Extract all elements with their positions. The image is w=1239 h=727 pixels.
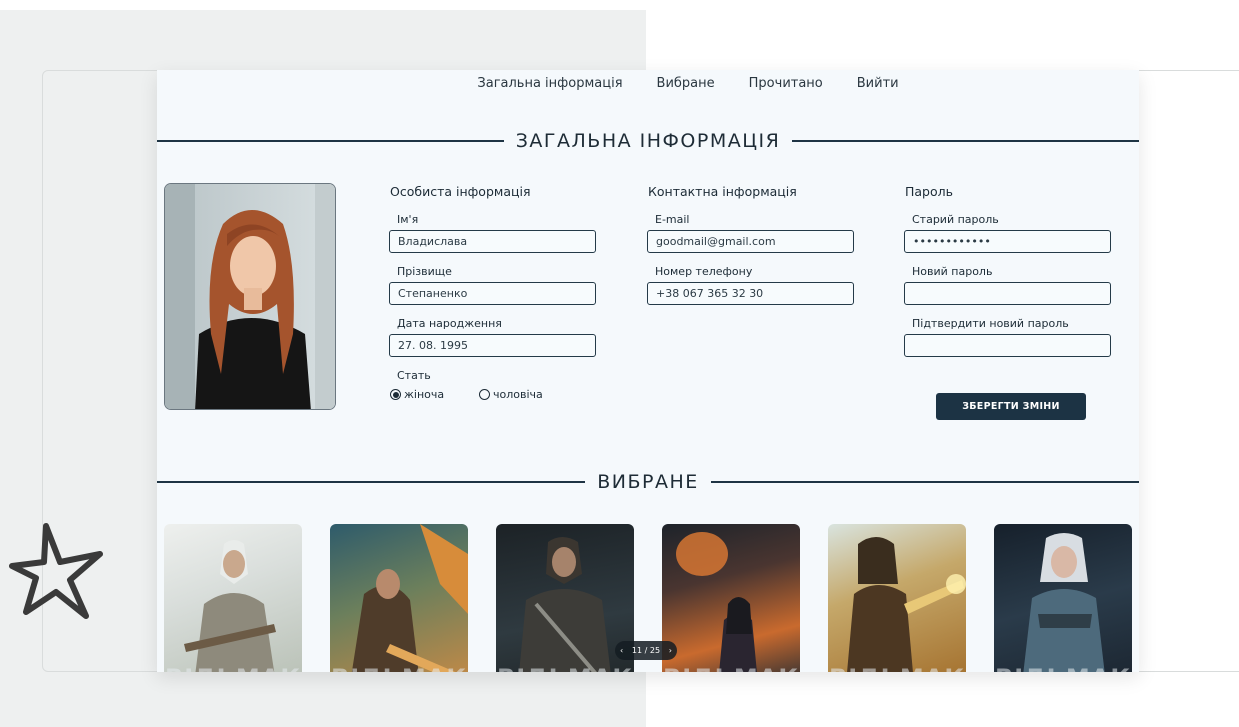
last-name-input[interactable]: [389, 282, 596, 305]
book-cover-art: [184, 540, 276, 672]
favorite-book-card[interactable]: ВІДЬМАК: [662, 524, 800, 672]
confirm-password-label: Підтвердити новий пароль: [912, 317, 1069, 330]
phone-input[interactable]: [647, 282, 854, 305]
save-changes-button[interactable]: ЗБЕРЕГТИ ЗМІНИ: [936, 393, 1086, 420]
first-name-label: Ім'я: [397, 213, 419, 226]
new-password-label: Новий пароль: [912, 265, 993, 278]
book-cover-art: [1023, 533, 1105, 672]
image-pager: ‹ 11 / 25 ›: [615, 641, 677, 660]
book-title: ВІДЬМАК: [164, 664, 302, 672]
book-title: ВІДЬМАК: [828, 664, 966, 672]
gender-female-radio[interactable]: жіноча: [390, 388, 444, 401]
book-title: ВІДЬМАК: [994, 664, 1132, 672]
radio-checked-icon: [390, 389, 401, 400]
book-cover-art: [519, 537, 611, 672]
profile-page: Загальна інформація Вибране Прочитано Ви…: [157, 70, 1139, 672]
old-password-label: Старий пароль: [912, 213, 999, 226]
password-heading: Пароль: [905, 184, 953, 199]
favorite-book-card[interactable]: ВІДЬМАК: [828, 524, 966, 672]
favorite-book-card[interactable]: ВІДЬМАК: [994, 524, 1132, 672]
book-title: ВІДЬМАК: [496, 664, 634, 672]
book-cover-art: [676, 532, 757, 672]
nav-favorites[interactable]: Вибране: [657, 76, 715, 91]
avatar[interactable]: [164, 183, 336, 410]
pager-counter: 11 / 25: [631, 646, 661, 655]
first-name-input[interactable]: [389, 230, 596, 253]
phone-label: Номер телефону: [655, 265, 753, 278]
email-label: E-mail: [655, 213, 690, 226]
divider-line: [792, 140, 1139, 142]
email-input[interactable]: [647, 230, 854, 253]
birth-date-label: Дата народження: [397, 317, 502, 330]
section-favorites-title: ВИБРАНЕ: [597, 471, 699, 493]
old-password-input[interactable]: [904, 230, 1111, 253]
book-title: ВІДЬМАК: [662, 664, 800, 672]
gender-label: Стать: [397, 369, 431, 382]
gender-male-label: чоловіча: [493, 388, 543, 401]
book-cover-art: [351, 524, 468, 672]
gender-male-radio[interactable]: чоловіча: [479, 388, 543, 401]
book-cover-art: [847, 537, 966, 672]
radio-unchecked-icon: [479, 389, 490, 400]
nav-logout[interactable]: Вийти: [857, 76, 899, 91]
contact-info-heading: Контактна інформація: [648, 184, 797, 199]
book-title: ВІДЬМАК: [330, 664, 468, 672]
section-favorites-header: ВИБРАНЕ: [157, 471, 1139, 493]
birth-date-input[interactable]: [389, 334, 596, 357]
top-nav: Загальна інформація Вибране Прочитано Ви…: [157, 76, 1139, 91]
nav-general-info[interactable]: Загальна інформація: [477, 76, 622, 91]
confirm-password-input[interactable]: [904, 334, 1111, 357]
divider-line: [157, 481, 586, 483]
star-doodle-icon: [9, 523, 103, 619]
nav-read[interactable]: Прочитано: [749, 76, 823, 91]
last-name-label: Прізвище: [397, 265, 452, 278]
favorite-book-card[interactable]: ВІДЬМАК: [496, 524, 634, 672]
personal-info-heading: Особиста інформація: [390, 184, 531, 199]
favorite-book-card[interactable]: ВІДЬМАК: [330, 524, 468, 672]
pager-prev-icon[interactable]: ‹: [620, 646, 623, 655]
avatar-photo: [165, 184, 335, 409]
divider-line: [710, 481, 1139, 483]
new-password-input[interactable]: [904, 282, 1111, 305]
pager-next-icon[interactable]: ›: [669, 646, 672, 655]
section-general-title: ЗАГАЛЬНА ІНФОРМАЦІЯ: [515, 130, 781, 152]
divider-line: [157, 140, 504, 142]
favorite-book-card[interactable]: ВІДЬМАК: [164, 524, 302, 672]
section-general-header: ЗАГАЛЬНА ІНФОРМАЦІЯ: [157, 130, 1139, 152]
gender-female-label: жіноча: [404, 388, 445, 401]
